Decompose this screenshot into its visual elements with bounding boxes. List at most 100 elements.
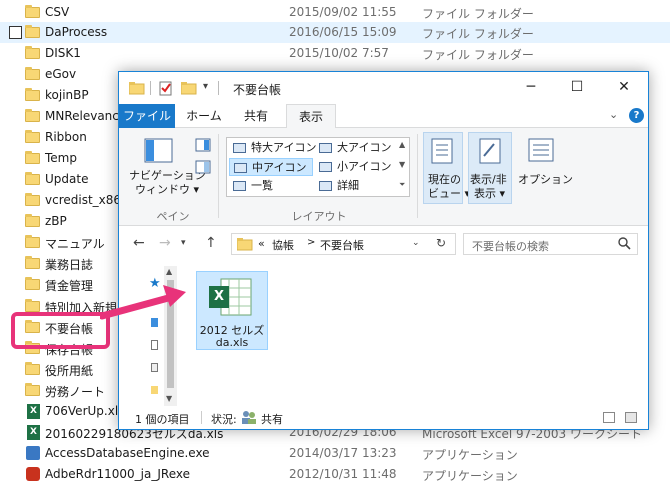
recent-locations-icon[interactable]: ▾: [181, 238, 186, 248]
close-button[interactable]: ✕: [601, 72, 647, 104]
navigation-pane-icon[interactable]: [144, 138, 174, 167]
properties-icon[interactable]: [159, 81, 173, 99]
file-name-line-2: da.xls: [215, 336, 249, 349]
search-placeholder: 不要台帳の検索: [472, 240, 549, 253]
file-type: ファイル フォルダー: [422, 48, 534, 62]
bg-list-row[interactable]: AdbeRdr11000_ja_JRexe 2012/10/31 11:48 アプリ…: [0, 464, 670, 485]
folder-icon: [25, 277, 41, 291]
window-title: 不要台帳: [233, 83, 282, 97]
document-icon[interactable]: [151, 340, 158, 350]
folder-icon: [128, 81, 145, 98]
search-input[interactable]: 不要台帳の検索: [463, 233, 638, 255]
status-separator: [201, 411, 202, 424]
breadcrumb-item[interactable]: 不要台帳: [320, 237, 364, 253]
chevron-right-icon[interactable]: >: [307, 237, 315, 248]
layout-group-label: レイアウト: [291, 210, 347, 223]
bg-list-row[interactable]: DaProcess 2016/06/15 15:09 ファイル フォルダー: [0, 22, 670, 43]
details-pane-icon[interactable]: [195, 160, 211, 177]
gallery-scroll-down-icon[interactable]: ▼: [399, 160, 405, 169]
file-name: kojinBP: [45, 88, 89, 102]
layout-extra-large-icons[interactable]: 特大アイコン: [229, 139, 316, 157]
show-hide-label-2: 表示 ▾: [474, 187, 506, 200]
up-arrow-icon[interactable]: ↑: [205, 235, 217, 251]
file-name: 賃金管理: [45, 279, 94, 293]
address-input[interactable]: « 協帳 > 不要台帳 ⌄ ↻: [231, 233, 456, 255]
file-date: 2015/09/02 11:55: [289, 5, 397, 19]
folder-icon: [25, 109, 41, 123]
customize-quick-access-icon[interactable]: ▾: [203, 81, 208, 92]
breadcrumb-item[interactable]: 協帳: [272, 237, 294, 253]
details-view-icon[interactable]: [603, 412, 615, 423]
file-name: DISK1: [45, 46, 81, 60]
file-name: DaProcess: [45, 25, 108, 39]
minimize-button[interactable]: ─: [508, 72, 554, 104]
show-hide-icon: [479, 138, 501, 167]
layout-details[interactable]: 詳細: [315, 177, 399, 195]
row-checkbox[interactable]: [9, 26, 22, 39]
tab-view[interactable]: 表示: [286, 104, 336, 129]
maximize-button[interactable]: ☐: [554, 72, 600, 104]
tab-home[interactable]: ホーム: [181, 104, 227, 128]
folder-icon[interactable]: [151, 386, 158, 394]
folder-icon: [25, 299, 41, 313]
folder-icon: [25, 88, 41, 102]
file-date: 2014/03/17 13:23: [289, 446, 397, 460]
folder-icon: [25, 362, 41, 376]
current-view-label-1: 現在の: [428, 173, 461, 186]
ribbon-tabs: ファイル ホーム 共有 表示 ⌄ ?: [119, 104, 648, 129]
shared-users-icon: [241, 410, 257, 427]
file-date: 2016/06/15 15:09: [289, 25, 397, 39]
excel-badge: X: [214, 289, 225, 304]
help-icon[interactable]: ?: [629, 108, 644, 123]
medium-icons-icon: [234, 163, 247, 173]
file-date: 2015/10/02 7:57: [289, 46, 389, 60]
folder-icon: [25, 172, 41, 186]
folder-icon: [25, 256, 41, 270]
explorer-window: ▾ 不要台帳 ─ ☐ ✕ ファイル ホーム 共有 表示 ⌄ ? ナビゲーション …: [118, 71, 649, 430]
options-label[interactable]: オプション: [518, 173, 573, 187]
new-folder-icon[interactable]: [180, 81, 197, 98]
large-icons-icon: [319, 143, 332, 153]
file-name: AdbeRdr11000_ja_JRexe: [45, 467, 190, 481]
address-dropdown-icon[interactable]: ⌄: [412, 238, 420, 248]
search-icon[interactable]: [618, 237, 631, 253]
large-icons-view-icon[interactable]: [625, 412, 637, 423]
folder-icon: [25, 214, 41, 228]
options-icon[interactable]: [528, 138, 554, 165]
separator: [218, 134, 219, 218]
refresh-icon[interactable]: ↻: [436, 236, 446, 250]
bg-list-row[interactable]: CSV 2015/09/02 11:55 ファイル フォルダー: [0, 2, 670, 23]
folder-icon: [25, 46, 41, 60]
file-view: X 2012 セルズ da.xls: [179, 262, 648, 406]
tab-share[interactable]: 共有: [233, 104, 279, 128]
preview-pane-icon[interactable]: [195, 138, 211, 155]
pictures-icon[interactable]: [151, 363, 158, 372]
extra-large-icons-icon: [233, 143, 246, 153]
file-name: 706VerUp.xla: [45, 404, 126, 418]
layout-list[interactable]: 一覧: [229, 177, 313, 195]
file-name: Ribbon: [45, 130, 87, 144]
forward-arrow-icon[interactable]: →: [159, 235, 171, 251]
navigation-pane-label-2[interactable]: ウィンドウ ▾: [135, 183, 199, 197]
scroll-up-icon[interactable]: ▲: [166, 267, 172, 276]
scroll-down-icon[interactable]: ▼: [166, 394, 172, 403]
file-item[interactable]: X 2012 セルズ da.xls: [196, 271, 268, 350]
gallery-more-icon[interactable]: ⏷: [399, 180, 405, 190]
separator: [150, 81, 151, 95]
pointer-arrow-icon: [100, 285, 186, 320]
show-hide-label-1: 表示/非: [470, 173, 507, 186]
collapse-ribbon-icon[interactable]: ⌄: [609, 108, 618, 121]
layout-medium-icons[interactable]: 中アイコン: [229, 158, 313, 176]
list-icon: [233, 181, 246, 191]
folder-icon: [25, 5, 41, 19]
file-date: 2012/10/31 11:48: [289, 467, 397, 481]
gallery-scroll-up-icon[interactable]: ▲: [399, 140, 405, 149]
tab-file[interactable]: ファイル: [119, 104, 175, 128]
bg-list-row[interactable]: DISK1 2015/10/02 7:57 ファイル フォルダー: [0, 43, 670, 64]
breadcrumb-overflow[interactable]: «: [258, 237, 265, 250]
back-arrow-icon[interactable]: ←: [133, 235, 145, 251]
layout-large-icons[interactable]: 大アイコン: [315, 139, 399, 157]
layout-small-icons[interactable]: 小アイコン: [315, 158, 399, 176]
file-name: Temp: [45, 151, 77, 165]
bg-list-row[interactable]: AccessDatabaseEngine.exe 2014/03/17 13:23…: [0, 443, 670, 464]
